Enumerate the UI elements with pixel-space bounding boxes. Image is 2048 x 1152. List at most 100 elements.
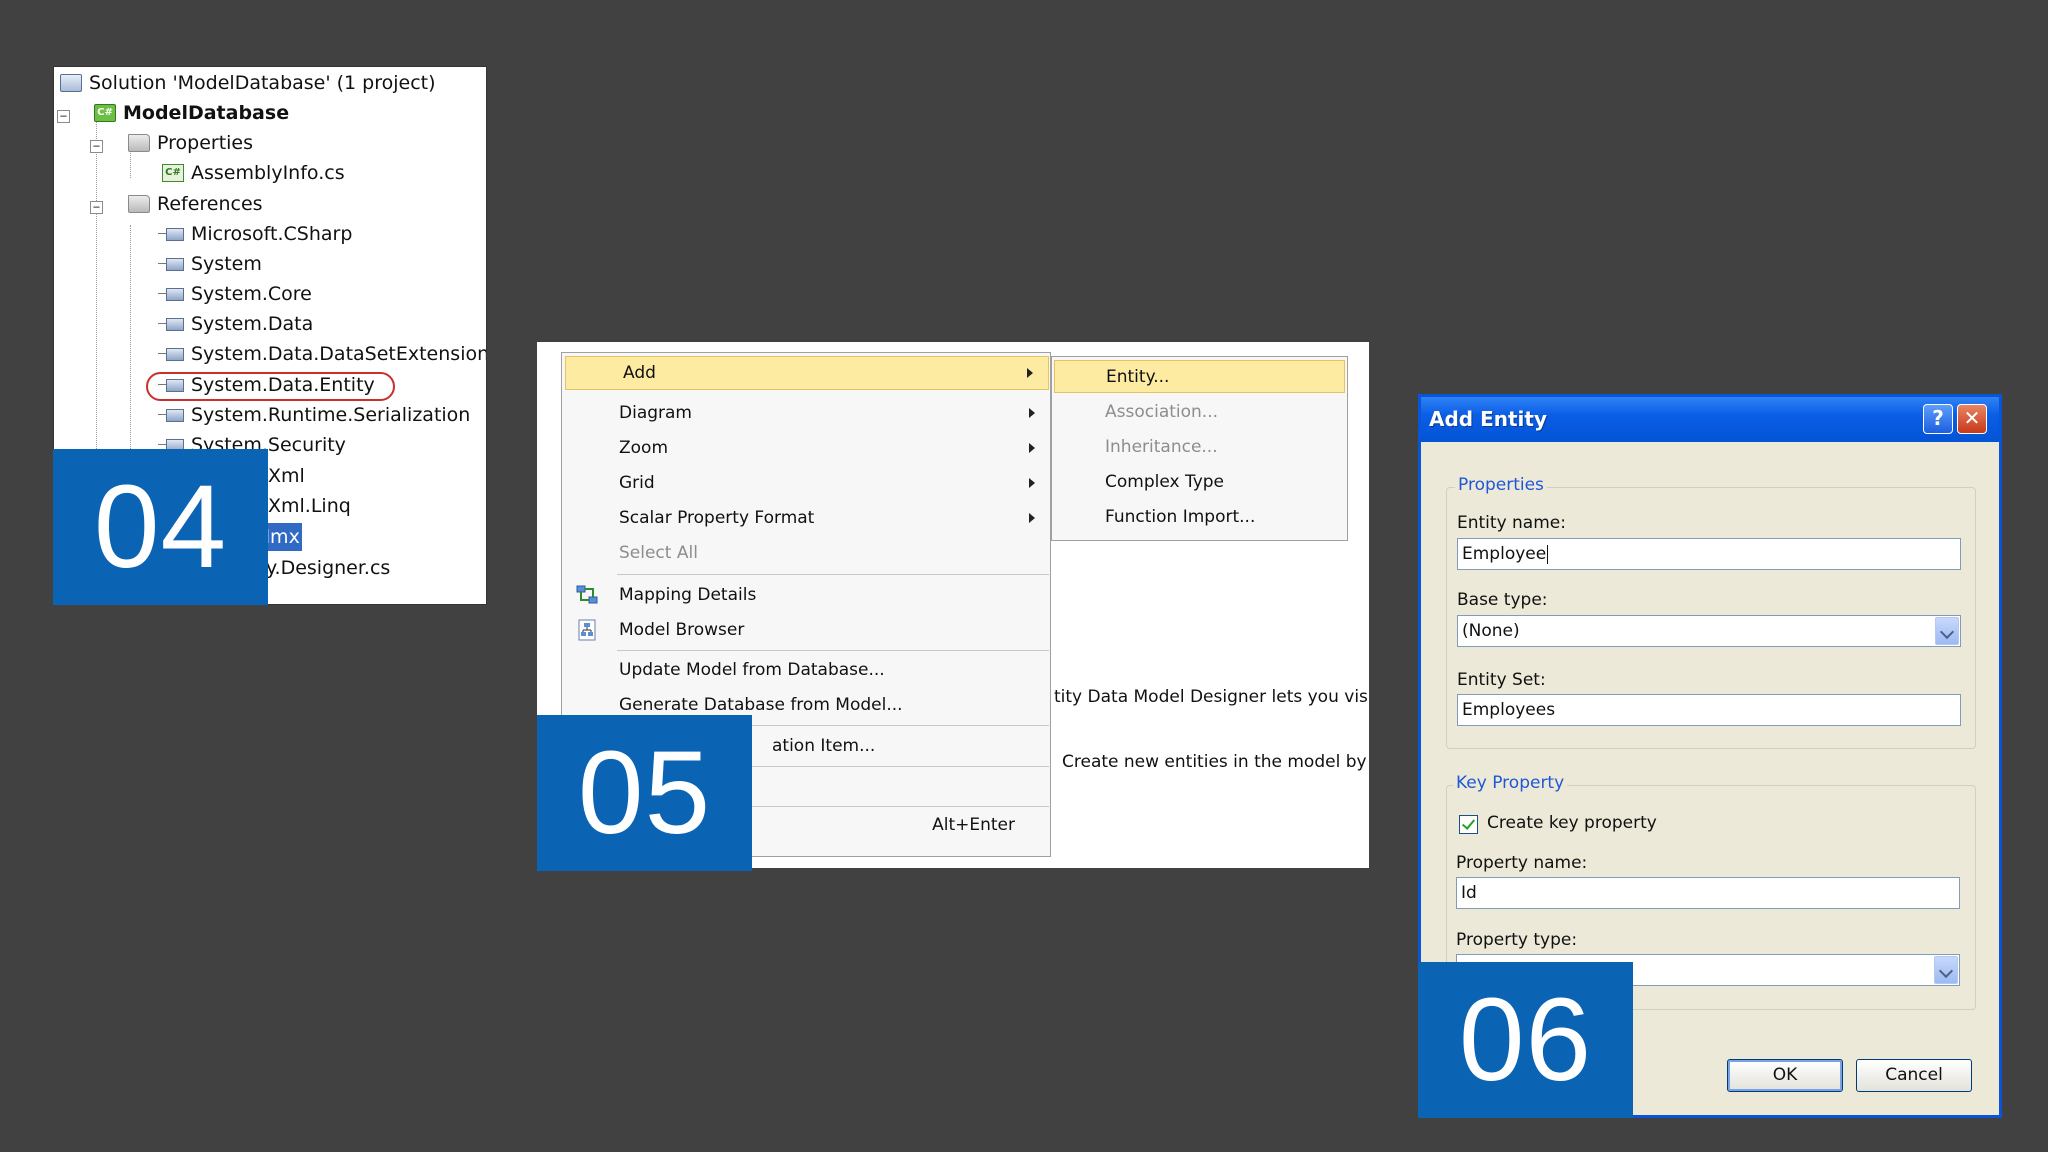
highlight-circle xyxy=(146,372,395,401)
properties-group-label: Properties xyxy=(1455,475,1547,495)
entity-set-label: Entity Set: xyxy=(1457,670,1546,690)
step-badge-04: 04 xyxy=(53,449,268,605)
menu-item-grid[interactable]: Grid xyxy=(562,466,1050,500)
tree-item-reference[interactable]: System xyxy=(158,249,262,279)
entity-name-label: Entity name: xyxy=(1457,513,1566,533)
tree-item-designer-file[interactable]: y.Designer.cs xyxy=(266,553,390,583)
menu-item-zoom[interactable]: Zoom xyxy=(562,431,1050,465)
entity-set-field[interactable]: Employees xyxy=(1457,694,1961,726)
references-label: References xyxy=(157,193,263,215)
submenu-item-complex-type[interactable]: Complex Type xyxy=(1054,465,1345,498)
menu-item-mapping-details[interactable]: Mapping Details xyxy=(562,578,1050,612)
menu-item-model-browser[interactable]: Model Browser xyxy=(562,613,1050,647)
project-label: ModelDatabase xyxy=(123,102,290,124)
reference-icon xyxy=(158,345,184,363)
submenu-item-label: Entity... xyxy=(1106,366,1170,387)
menu-item-add[interactable]: Add xyxy=(565,356,1049,390)
reference-icon xyxy=(158,315,184,333)
solution-icon xyxy=(60,74,82,92)
ok-button[interactable]: OK xyxy=(1727,1059,1843,1092)
properties-label: Properties xyxy=(157,132,254,154)
help-icon[interactable]: ? xyxy=(1923,404,1953,434)
menu-item-label: Grid xyxy=(619,473,655,493)
submenu-item-label: Inheritance... xyxy=(1105,436,1218,457)
menu-item-select-all[interactable]: Select All xyxy=(562,536,1050,570)
submenu-item-association[interactable]: Association... xyxy=(1054,395,1345,428)
reference-label: System.Runtime.Serialization xyxy=(191,404,471,426)
reference-label: System.Core xyxy=(191,283,312,305)
collapse-project-icon[interactable]: − xyxy=(57,110,70,123)
designer-description-text: tity Data Model Designer lets you visual… xyxy=(1054,687,1369,707)
menu-item-label: Update Model from Database... xyxy=(619,660,885,680)
tree-item-solution[interactable]: Solution 'ModelDatabase' (1 project) xyxy=(60,68,436,98)
submenu-item-label: Complex Type xyxy=(1105,471,1225,492)
submenu-item-function-import[interactable]: Function Import... xyxy=(1054,500,1345,533)
text-caret xyxy=(1547,544,1549,564)
dialog-titlebar[interactable]: Add Entity ? ✕ xyxy=(1421,397,1999,442)
tree-item-reference[interactable]: System.Runtime.Serialization xyxy=(158,400,470,430)
folder-icon xyxy=(128,134,150,152)
tree-item-project[interactable]: C# ModelDatabase xyxy=(94,98,289,128)
designer-hint-text: Create new entities in the model by drag xyxy=(1062,752,1369,772)
close-icon[interactable]: ✕ xyxy=(1957,404,1987,434)
designer-file-label: y.Designer.cs xyxy=(266,557,391,579)
tree-item-reference[interactable]: System.Data.DataSetExtensions xyxy=(158,339,487,369)
step-badge-05: 05 xyxy=(537,715,752,871)
create-key-label: Create key property xyxy=(1487,813,1657,833)
reference-label: System.Data.DataSetExtensions xyxy=(191,343,487,365)
menu-item-label: Select All xyxy=(619,543,698,563)
menu-item-label: Model Browser xyxy=(619,620,745,640)
property-name-field[interactable]: Id xyxy=(1456,877,1960,909)
base-type-select[interactable]: (None) xyxy=(1457,615,1961,647)
cs-file-icon: C# xyxy=(162,164,184,182)
property-name-value: Id xyxy=(1461,883,1477,903)
create-key-checkbox[interactable] xyxy=(1459,815,1478,834)
reference-label: Xml.Linq xyxy=(268,495,351,517)
menu-item-label: Generate Database from Model... xyxy=(619,695,903,715)
folder-icon xyxy=(128,195,150,213)
assemblyinfo-label: AssemblyInfo.cs xyxy=(191,162,345,184)
tree-item-reference[interactable]: Xml xyxy=(268,461,305,491)
menu-item-label: Diagram xyxy=(619,403,692,423)
reference-label: Xml xyxy=(268,465,305,487)
base-type-value: (None) xyxy=(1462,621,1520,641)
submenu-item-inheritance[interactable]: Inheritance... xyxy=(1054,430,1345,463)
tree-item-reference[interactable]: Xml.Linq xyxy=(268,491,351,521)
submenu-arrow-icon xyxy=(1029,443,1035,453)
tree-item-assemblyinfo[interactable]: C# AssemblyInfo.cs xyxy=(162,158,345,188)
collapse-references-icon[interactable]: − xyxy=(90,201,103,214)
menu-item-label: Mapping Details xyxy=(619,585,757,605)
tree-item-properties[interactable]: Properties xyxy=(128,128,253,158)
solution-label: Solution 'ModelDatabase' (1 project) xyxy=(89,72,436,94)
chevron-down-icon[interactable] xyxy=(1935,617,1959,645)
menu-item-diagram[interactable]: Diagram xyxy=(562,396,1050,430)
reference-icon xyxy=(158,255,184,273)
csharp-project-icon: C# xyxy=(94,104,116,122)
cancel-button[interactable]: Cancel xyxy=(1856,1059,1972,1092)
dialog-title: Add Entity xyxy=(1429,407,1547,431)
add-submenu: Entity... Association... Inheritance... … xyxy=(1051,356,1348,541)
submenu-item-label: Association... xyxy=(1105,401,1219,422)
submenu-arrow-icon xyxy=(1027,368,1033,378)
reference-icon xyxy=(158,406,184,424)
reference-label: System.Data xyxy=(191,313,314,335)
chevron-down-icon[interactable] xyxy=(1934,956,1958,984)
menu-item-scalar-property-format[interactable]: Scalar Property Format xyxy=(562,501,1050,535)
tree-item-reference[interactable]: Microsoft.CSharp xyxy=(158,219,352,249)
reference-icon xyxy=(158,285,184,303)
submenu-arrow-icon xyxy=(1029,408,1035,418)
reference-icon xyxy=(158,225,184,243)
menu-item-label: Add xyxy=(623,363,656,383)
menu-item-update-model[interactable]: Update Model from Database... xyxy=(562,653,1050,687)
step-badge-06: 06 xyxy=(1418,962,1633,1118)
tree-item-references[interactable]: References xyxy=(128,189,263,219)
submenu-item-entity[interactable]: Entity... xyxy=(1054,360,1345,393)
tree-item-reference[interactable]: System.Core xyxy=(158,279,312,309)
shortcut-label: Alt+Enter xyxy=(932,815,1015,835)
mapping-details-icon xyxy=(576,585,598,604)
entity-name-field[interactable]: Employee xyxy=(1457,538,1961,570)
menu-item-label: Scalar Property Format xyxy=(619,508,815,528)
tree-item-reference[interactable]: System.Data xyxy=(158,309,313,339)
submenu-item-label: Function Import... xyxy=(1105,506,1256,527)
collapse-properties-icon[interactable]: − xyxy=(90,140,103,153)
